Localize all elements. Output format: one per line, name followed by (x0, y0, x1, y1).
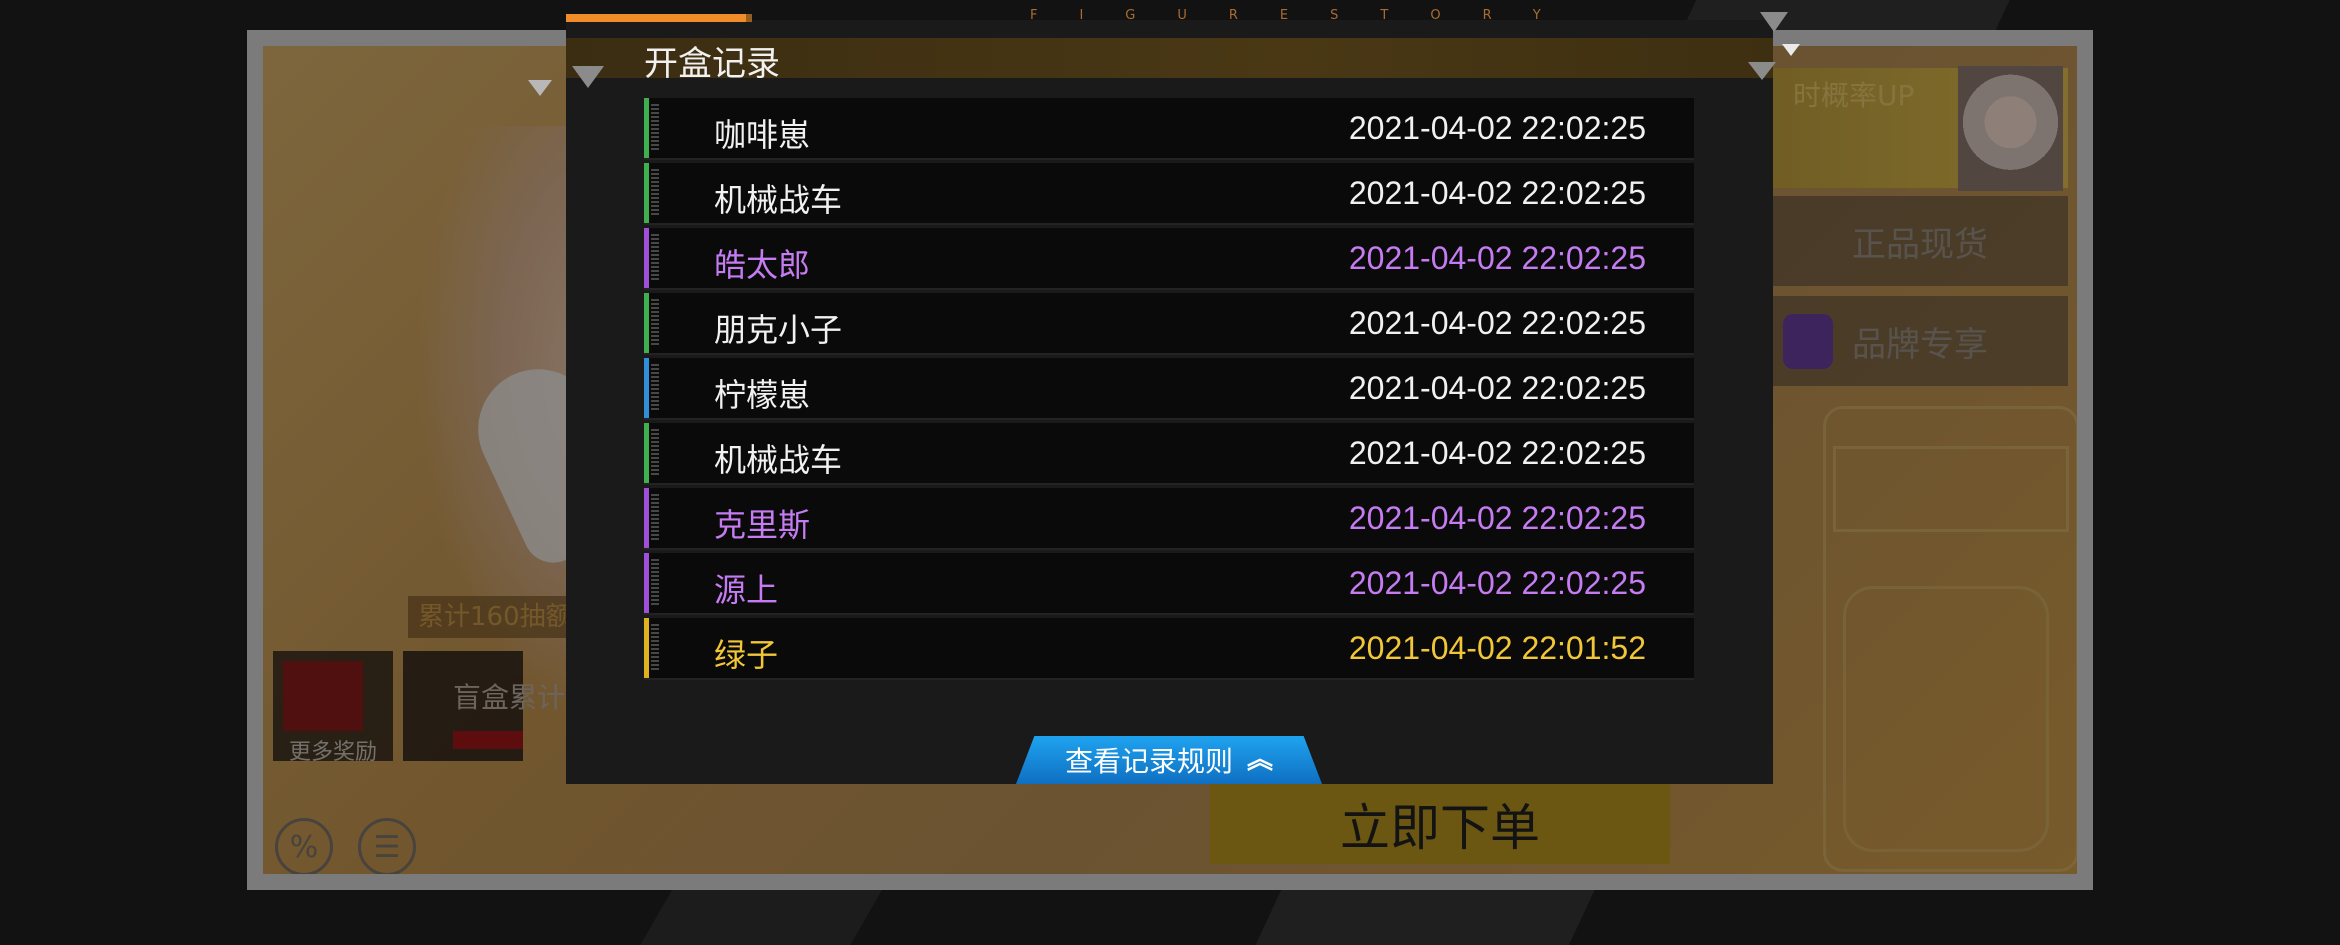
record-name: 源上 (714, 571, 779, 609)
rarity-accent-bar (644, 488, 649, 548)
record-time: 2021-04-02 22:02:25 (1348, 175, 1646, 211)
rarity-accent-texture (651, 624, 659, 672)
corner-triangle-icon (1748, 62, 1776, 80)
record-time: 2021-04-02 22:02:25 (1348, 370, 1646, 406)
record-name: 绿子 (714, 636, 779, 674)
record-time: 2021-04-02 22:02:25 (1348, 565, 1646, 601)
record-time: 2021-04-02 22:02:25 (1348, 240, 1646, 276)
double-chevron-up-icon: ︽ (1247, 745, 1274, 775)
record-name: 皓太郎 (714, 246, 811, 284)
corner-triangle-icon (528, 80, 552, 96)
view-rules-button[interactable]: 查看记录规则 ︽ (1016, 736, 1322, 784)
record-row: 柠檬崽 2021-04-02 22:02:25 (644, 358, 1694, 420)
rarity-accent-texture (651, 299, 659, 347)
record-list[interactable]: 咖啡崽 2021-04-02 22:02:25 机械战车 2021-04-02 22:… (644, 98, 1694, 698)
corner-triangle-icon (1760, 12, 1788, 32)
rarity-accent-texture (651, 429, 659, 477)
record-row: 机械战车 2021-04-02 22:02:25 (644, 423, 1694, 485)
corner-triangle-icon (572, 66, 604, 88)
rarity-accent-bar (644, 553, 649, 613)
record-time: 2021-04-02 22:02:25 (1348, 305, 1646, 341)
corner-triangle-icon (1782, 44, 1800, 56)
record-time: 2021-04-02 22:02:25 (1348, 110, 1646, 146)
rarity-accent-texture (651, 494, 659, 542)
record-row: 朋克小子 2021-04-02 22:02:25 (644, 293, 1694, 355)
view-rules-label: 查看记录规则 (1064, 745, 1233, 778)
rarity-accent-bar (644, 293, 649, 353)
record-row: 绿子 2021-04-02 22:01:52 (644, 618, 1694, 680)
brand-strip: FIGURESTORY (1030, 8, 1583, 23)
record-time: 2021-04-02 22:02:25 (1348, 500, 1646, 536)
record-name: 机械战车 (714, 181, 843, 219)
record-name: 柠檬崽 (714, 376, 811, 414)
record-time: 2021-04-02 22:01:52 (1348, 630, 1646, 666)
record-name: 朋克小子 (714, 311, 843, 349)
rarity-accent-texture (651, 364, 659, 412)
modal-title: 开盒记录 (644, 44, 780, 84)
record-row: 机械战车 2021-04-02 22:02:25 (644, 163, 1694, 225)
rarity-accent-bar (644, 163, 649, 223)
rarity-accent-bar (644, 618, 649, 678)
modal-orange-tick (742, 14, 752, 22)
rarity-accent-texture (651, 169, 659, 217)
record-name: 机械战车 (714, 441, 843, 479)
record-row: 克里斯 2021-04-02 22:02:25 (644, 488, 1694, 550)
rarity-accent-bar (644, 423, 649, 483)
rarity-accent-bar (644, 358, 649, 418)
record-row: 源上 2021-04-02 22:02:25 (644, 553, 1694, 615)
rarity-accent-texture (651, 559, 659, 607)
rarity-accent-texture (651, 234, 659, 282)
record-time: 2021-04-02 22:02:25 (1348, 435, 1646, 471)
record-row: 皓太郎 2021-04-02 22:02:25 (644, 228, 1694, 290)
record-name: 咖啡崽 (714, 116, 811, 154)
record-name: 克里斯 (714, 506, 811, 544)
modal-orange-bar (566, 14, 746, 22)
rarity-accent-bar (644, 98, 649, 158)
record-row: 咖啡崽 2021-04-02 22:02:25 (644, 98, 1694, 160)
rarity-accent-texture (651, 104, 659, 152)
rarity-accent-bar (644, 228, 649, 288)
